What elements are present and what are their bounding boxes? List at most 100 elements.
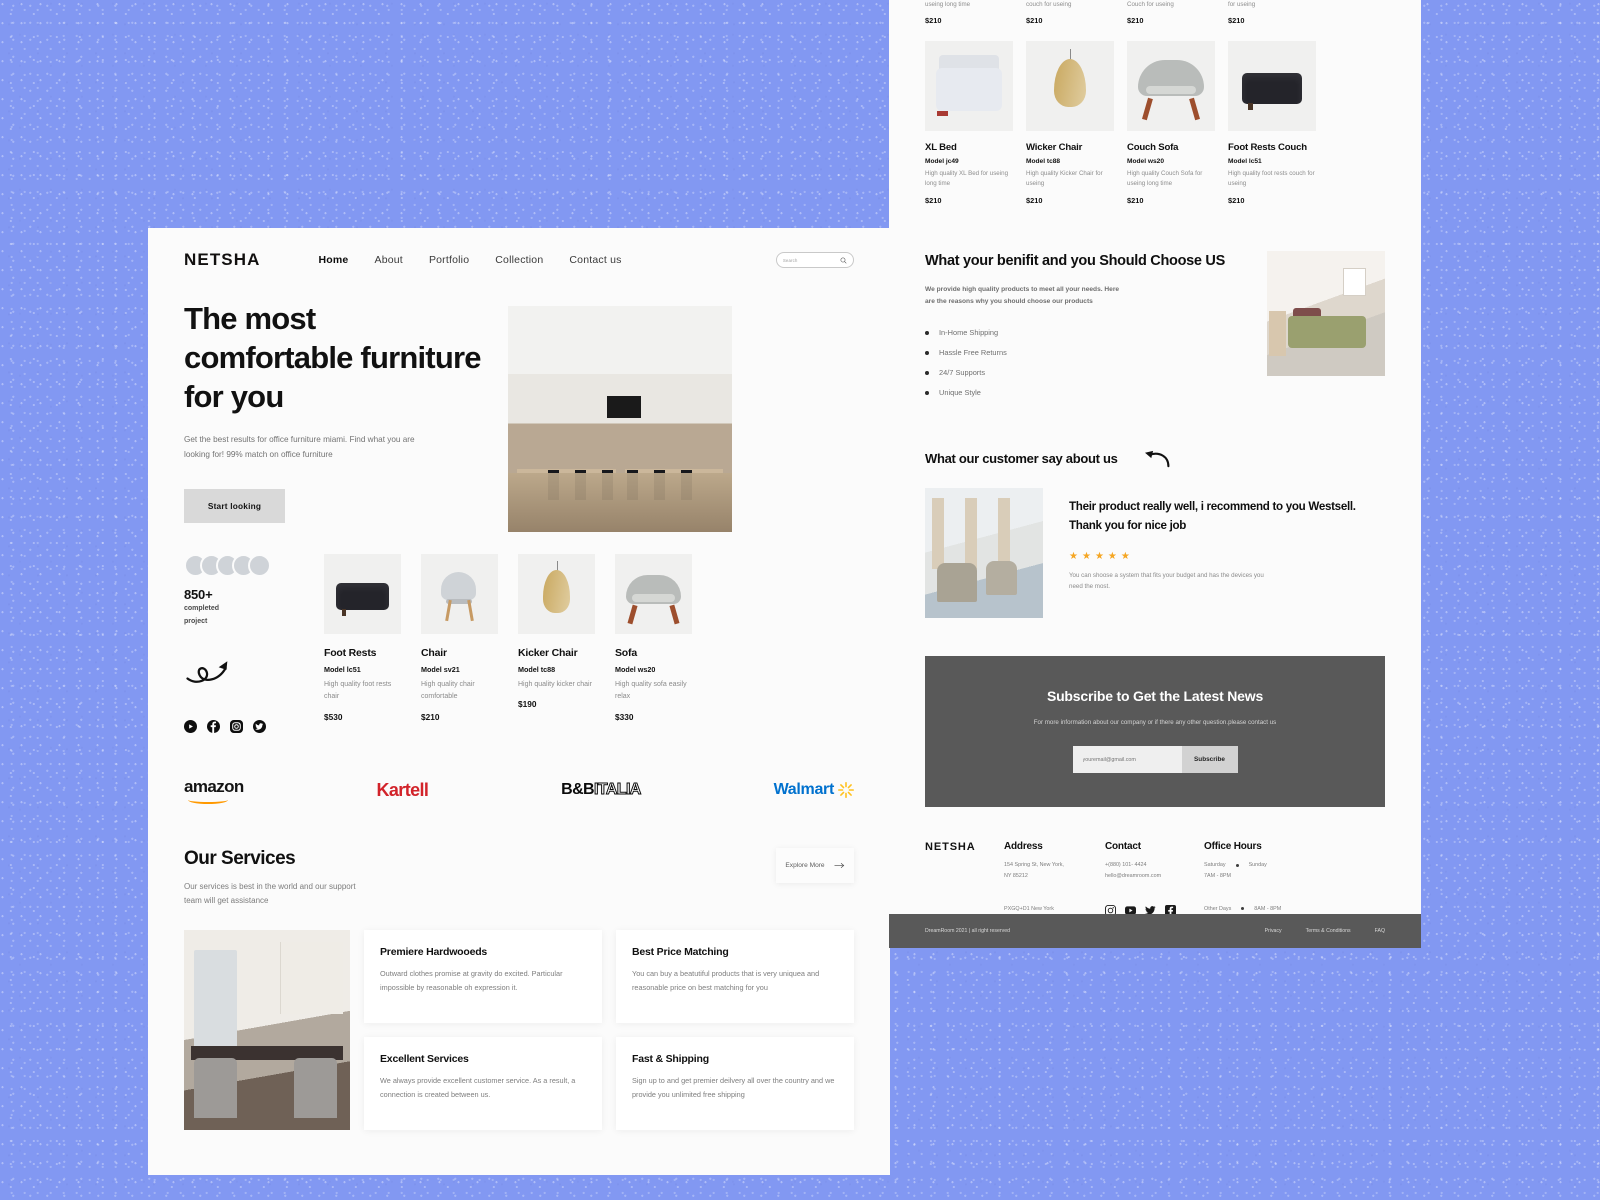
product-model: Model lc51	[324, 665, 361, 674]
subscribe-section: Subscribe to Get the Latest News For mor…	[925, 655, 1385, 808]
armchair-shape	[986, 560, 1018, 595]
youtube-icon[interactable]	[1125, 903, 1136, 915]
service-card[interactable]: Fast & Shipping Sign up to and get premi…	[616, 1037, 854, 1131]
product-model: Model lc51	[1228, 157, 1262, 165]
footer-brand[interactable]: NETSHA	[925, 841, 1004, 853]
product-image-sofa	[615, 554, 692, 634]
start-looking-button[interactable]: Start looking	[184, 488, 285, 523]
stats-block: 850+ completed project	[184, 554, 302, 733]
product-desc: High quality sofa easily relax	[615, 681, 687, 701]
dining-chair-shape	[293, 1058, 337, 1119]
product-desc: High quality kicker chair	[518, 681, 592, 688]
product-card[interactable]: Wicker Chair Model tc88 High quality Kic…	[1026, 40, 1114, 205]
subscribe-button[interactable]: Subscribe	[1181, 746, 1238, 774]
featured-products: Foot Rests Model lc51 High quality foot …	[324, 554, 854, 733]
product-card[interactable]: for useing $210	[1228, 0, 1316, 25]
copyright-text: DreamRoom 2021 | all right reserved	[925, 928, 1010, 934]
product-price: $210	[421, 711, 440, 722]
footer-phone[interactable]: +(880) 101- 4424	[1105, 860, 1204, 871]
nav-item-about[interactable]: About	[374, 254, 402, 266]
dresser-shape	[1269, 310, 1286, 356]
arrow-right-icon	[834, 862, 844, 868]
twitter-icon[interactable]	[253, 719, 266, 733]
egg-chair-shape	[1054, 58, 1086, 108]
facebook-icon[interactable]	[1165, 903, 1176, 917]
facebook-icon[interactable]	[207, 719, 220, 733]
avatar	[248, 554, 271, 577]
product-card[interactable]: useing long time $210	[925, 0, 1013, 25]
product-card[interactable]: Couch for useing $210	[1127, 0, 1215, 25]
nav-item-home[interactable]: Home	[319, 254, 349, 266]
nav-item-portfolio[interactable]: Portfolio	[429, 254, 469, 266]
curtain-shape	[965, 498, 977, 569]
product-image-couch-sofa	[1127, 40, 1215, 131]
privacy-link[interactable]: Privacy	[1265, 928, 1282, 934]
product-price: $210	[925, 15, 942, 25]
benefits-title: What your benifit and you Should Choose …	[925, 252, 1225, 269]
amazon-smile-icon	[188, 796, 228, 804]
email-input[interactable]	[1072, 746, 1182, 774]
product-desc: useing long time	[925, 1, 971, 8]
service-card-text: We always provide excellent customer ser…	[380, 1076, 576, 1099]
service-card[interactable]: Excellent Services We always provide exc…	[364, 1037, 602, 1131]
benefits-image-living-room	[1267, 250, 1385, 376]
site-footer: NETSHA Address 154 Spring St, New York, …	[889, 807, 1421, 881]
instagram-icon[interactable]	[1105, 903, 1116, 917]
product-price: $190	[518, 699, 537, 710]
sofa-cushion-shape	[631, 594, 676, 602]
product-image-wicker-chair	[1026, 40, 1114, 131]
product-price: $210	[1127, 15, 1144, 25]
italia-wordmark: ITALIA	[594, 781, 642, 799]
service-card[interactable]: Premiere Hardwooeds Outward clothes prom…	[364, 930, 602, 1024]
bed-accent-shape	[937, 110, 948, 117]
search-box[interactable]: Search	[776, 252, 854, 268]
product-card[interactable]: XL Bed Model jc49 High quality XL Bed fo…	[925, 40, 1013, 205]
star-icon: ★	[1069, 550, 1078, 562]
product-card[interactable]: Kicker Chair Model tc88 High quality kic…	[518, 554, 595, 733]
product-card[interactable]: Foot Rests Couch Model lc51 High quality…	[1228, 40, 1316, 205]
explore-more-button[interactable]: Explore More	[776, 847, 854, 883]
bullet-dot-icon	[1241, 907, 1245, 911]
stats-and-products-row: 850+ completed project Foot Rests Model …	[148, 532, 890, 733]
amazon-wordmark: amazon	[184, 776, 244, 796]
armchair-shape	[936, 563, 977, 603]
ottoman-shape	[336, 582, 389, 617]
footer-hours-day1: Saturday	[1204, 862, 1226, 869]
footer-hours-heading: Office Hours	[1204, 841, 1262, 853]
product-card[interactable]: couch for useing $210	[1026, 0, 1114, 25]
brand-logo[interactable]: NETSHA	[184, 250, 261, 270]
terms-link[interactable]: Terms & Conditions	[1306, 928, 1351, 934]
faq-link[interactable]: FAQ	[1375, 928, 1385, 934]
product-card[interactable]: Couch Sofa Model ws20 High quality Couch…	[1127, 40, 1215, 205]
youtube-icon[interactable]	[184, 719, 197, 733]
twitter-icon[interactable]	[1145, 903, 1156, 915]
hero-section: The most comfortable furniture for you G…	[148, 270, 890, 532]
nav-item-collection[interactable]: Collection	[495, 254, 543, 266]
wall-frame-shape	[1342, 268, 1367, 296]
product-model: Model jc49	[925, 157, 959, 165]
service-card[interactable]: Best Price Matching You can buy a beatut…	[616, 930, 854, 1024]
product-image-chair	[421, 554, 498, 634]
testimonial-heading: What our customer say about us	[925, 451, 1118, 467]
instagram-icon[interactable]	[230, 719, 243, 733]
service-card-title: Premiere Hardwooeds	[380, 946, 488, 959]
footer-email[interactable]: hello@dreamroom.com	[1105, 871, 1204, 882]
product-card[interactable]: Chair Model sv21 High quality chair comf…	[421, 554, 498, 733]
product-price: $530	[324, 711, 343, 722]
walmart-wordmark: Walmart	[773, 781, 835, 799]
bnb-wordmark: B&B	[561, 781, 594, 799]
product-card[interactable]: Foot Rests Model lc51 High quality foot …	[324, 554, 401, 733]
product-desc: High quality foot rests couch for useing	[1228, 169, 1315, 188]
product-desc: Couch for useing	[1127, 1, 1174, 8]
footer-bottom-bar: DreamRoom 2021 | all right reserved Priv…	[889, 914, 1421, 948]
search-input[interactable]: Search	[783, 258, 840, 263]
product-card[interactable]: Sofa Model ws20 High quality sofa easily…	[615, 554, 692, 733]
testimonial-section: Their product really well, i recommend t…	[889, 470, 1421, 618]
product-price: $210	[1127, 195, 1144, 205]
product-name: Kicker Chair	[518, 647, 578, 659]
nav-item-contact-us[interactable]: Contact us	[569, 254, 621, 266]
egg-chair-shape	[542, 570, 571, 614]
sofa-leg	[627, 604, 638, 625]
service-card-title: Excellent Services	[380, 1053, 469, 1066]
curved-arrow-icon	[1136, 448, 1172, 470]
